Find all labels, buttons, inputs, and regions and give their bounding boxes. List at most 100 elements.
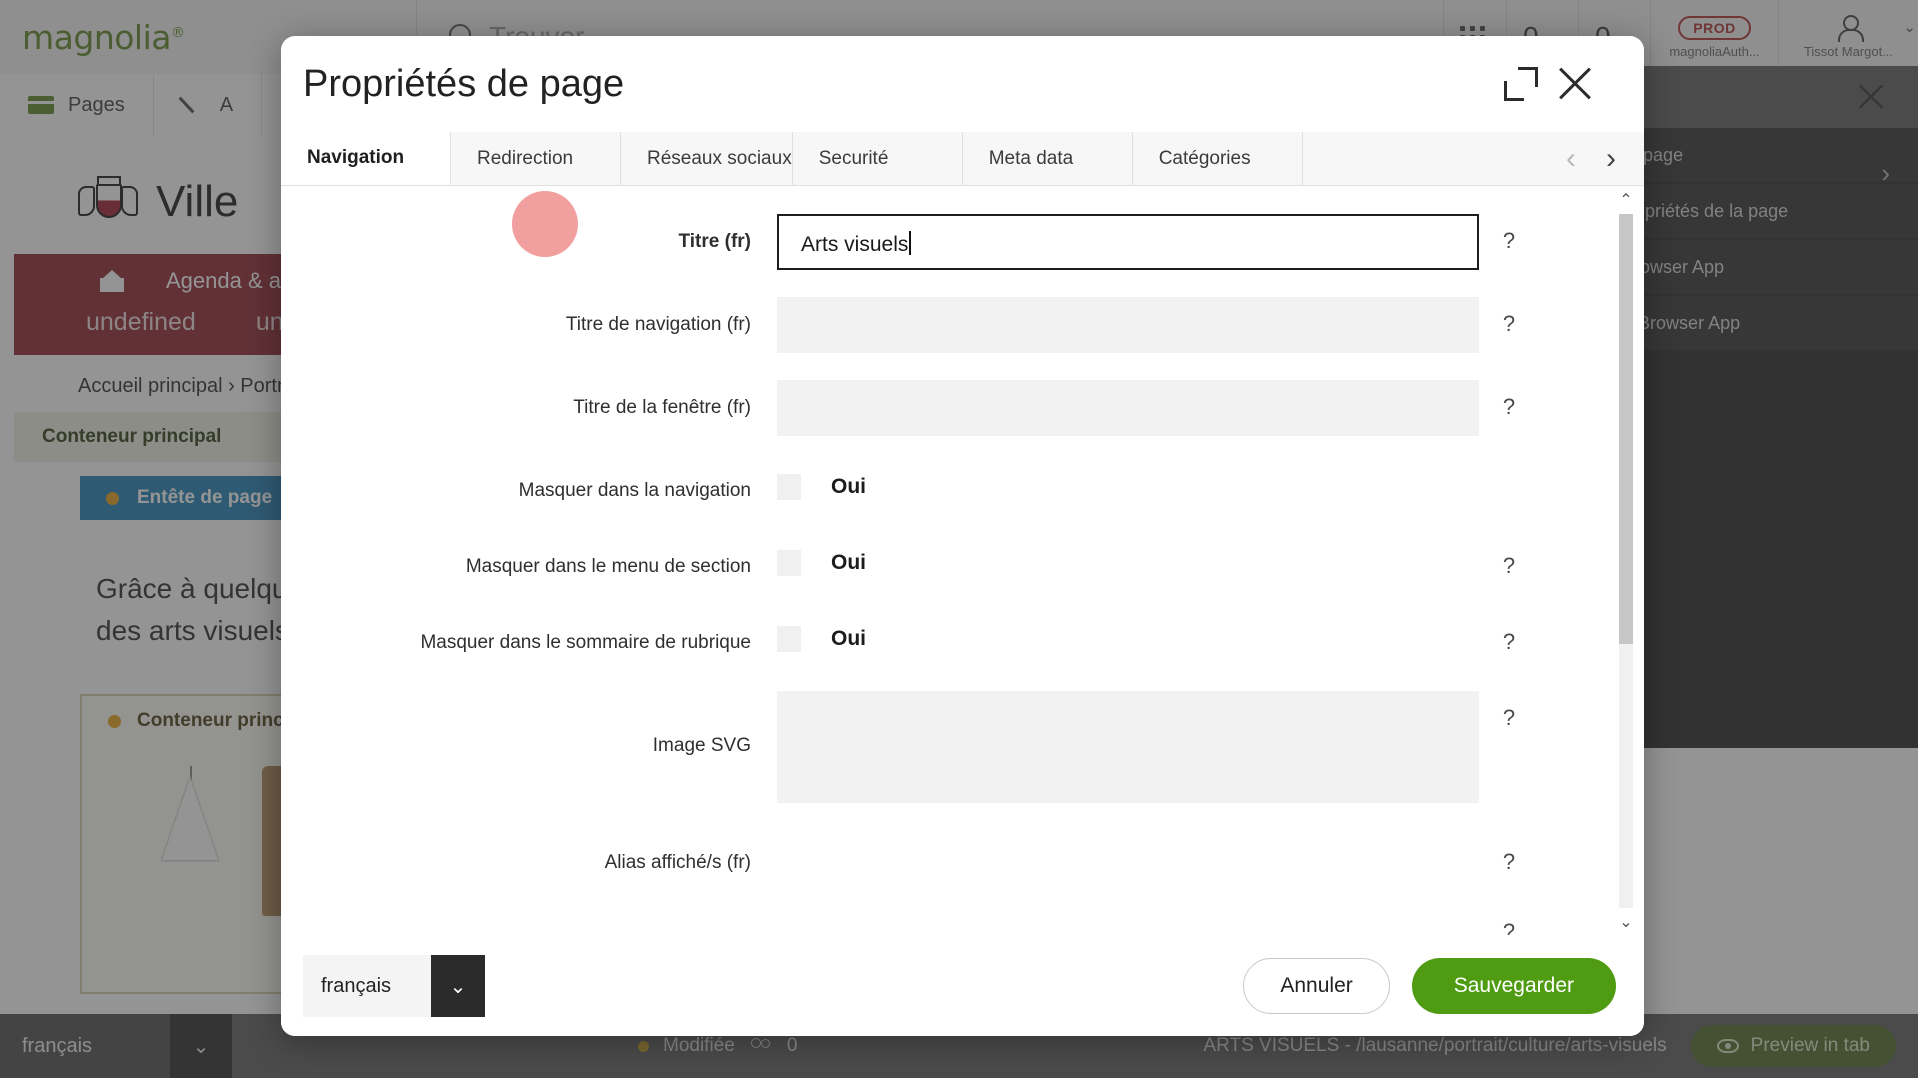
home-icon[interactable] [100, 270, 124, 292]
field-titre-fenetre-fr-help[interactable]: ? [1479, 380, 1539, 420]
form-scrollbar[interactable]: ⌃ ⌄ [1616, 190, 1636, 932]
preview-in-tab-label: Preview in tab [1750, 1035, 1870, 1056]
tab-reseaux-sociaux-label: Réseaux sociaux [647, 147, 792, 169]
status-dot-icon [106, 491, 119, 505]
field-masquer-navigation-help [1479, 463, 1539, 477]
titre-fr-value: Arts visuels [801, 233, 909, 256]
page-status: Modifiée 0 [232, 1035, 1203, 1057]
titre-fenetre-fr-input[interactable] [777, 380, 1479, 436]
close-icon[interactable] [1857, 83, 1886, 112]
env-instance: magnoliaAuth... [1669, 43, 1760, 59]
tab-categories-label: Catégories [1158, 147, 1251, 169]
env-badge: PROD [1678, 15, 1751, 40]
tab-pages[interactable]: Pages [0, 74, 154, 136]
logo-registered-mark: ® [170, 24, 185, 41]
close-dialog-button[interactable] [1548, 57, 1602, 111]
field-image-svg-help[interactable]: ? [1479, 691, 1539, 731]
language-selector-value: français [303, 955, 431, 1017]
form-fields: Titre (fr) Arts visuels ? Titre de navig… [281, 186, 1610, 936]
titre-navigation-fr-value [777, 297, 1479, 312]
alias-caches-fr-value [777, 919, 1479, 934]
status-label: Modifiée [663, 1035, 735, 1056]
masquer-navigation-value: Oui [831, 475, 866, 498]
field-masquer-menu-section: Masquer dans le menu de section Oui ? [281, 539, 1610, 581]
field-alias-affiches-fr: Alias affiché/s (fr) ? [281, 835, 1610, 891]
alias-affiches-fr-value [777, 835, 1479, 850]
scroll-down-icon[interactable]: ⌄ [1619, 912, 1632, 932]
field-masquer-sommaire-rubrique-help[interactable]: ? [1479, 615, 1539, 655]
tab-redirection[interactable]: Redirection [451, 132, 621, 185]
tabs-pager: ‹ › [1536, 132, 1644, 185]
titre-fenetre-fr-value [777, 380, 1479, 395]
field-titre-fr-label: Titre (fr) [678, 231, 751, 252]
image-svg-value [777, 691, 1479, 706]
field-titre-navigation-fr-help[interactable]: ? [1479, 297, 1539, 337]
tab-next-button[interactable]: › [1606, 142, 1616, 176]
field-masquer-navigation-label: Masquer dans la navigation [518, 480, 751, 501]
page-properties-dialog: Propriétés de page Navigation Redirectio… [281, 36, 1644, 1036]
site-nav-undefined-1[interactable]: undefined [86, 308, 196, 337]
tab-prev-button[interactable]: ‹ [1566, 142, 1576, 176]
tab-meta-data-label: Meta data [988, 147, 1074, 169]
site-title: Ville [156, 177, 239, 226]
field-titre-fenetre-fr-label: Titre de la fenêtre (fr) [573, 397, 751, 418]
image-svg-input[interactable] [777, 691, 1479, 803]
alias-caches-fr-input[interactable] [777, 919, 1479, 936]
field-image-svg: Image SVG ? [281, 691, 1610, 803]
field-titre-fr-help[interactable]: ? [1479, 214, 1539, 254]
field-alias-affiches-fr-label: Alias affiché/s (fr) [604, 852, 751, 873]
site-nav-item[interactable]: Agenda & act [166, 268, 298, 294]
alias-affiches-fr-input[interactable] [777, 835, 1479, 891]
chevron-down-icon: ⌄ [1903, 19, 1916, 36]
dialog-tabs: Navigation Redirection Réseaux sociaux S… [281, 132, 1644, 186]
tab-navigation[interactable]: Navigation [281, 132, 451, 185]
screen: magnolia® Trouver... 0 ⌄ 0 ⌄ PROD magnol… [0, 0, 1918, 1078]
tab-categories[interactable]: Catégories [1132, 132, 1303, 185]
field-alias-caches-fr: Alias caché/s (fr) ? [281, 919, 1610, 936]
chevron-down-icon[interactable]: ⌄ [170, 1014, 232, 1078]
tab-reseaux-sociaux[interactable]: Réseaux sociaux [621, 132, 793, 185]
expand-arrow-icon[interactable]: › [1881, 158, 1890, 189]
tab-edit[interactable]: A [154, 74, 263, 136]
chevron-down-icon[interactable]: ⌄ [431, 955, 485, 1017]
field-titre-navigation-fr: Titre de navigation (fr) ? [281, 297, 1610, 353]
user-count: 0 [786, 1035, 798, 1056]
field-alias-affiches-fr-help[interactable]: ? [1479, 835, 1539, 875]
masquer-menu-section-checkbox[interactable] [777, 550, 801, 576]
tab-securite[interactable]: Securité [792, 132, 963, 185]
field-titre-navigation-fr-label: Titre de navigation (fr) [565, 314, 751, 335]
expand-icon [1504, 67, 1538, 101]
scroll-up-icon[interactable]: ⌃ [1619, 190, 1632, 210]
language-value: français [22, 1034, 93, 1057]
titre-navigation-fr-input[interactable] [777, 297, 1479, 353]
dialog-header: Propriétés de page [281, 36, 1644, 132]
scrollbar-track[interactable] [1619, 214, 1633, 908]
tab-pages-label: Pages [68, 93, 125, 116]
preview-in-tab-button[interactable]: Preview in tab [1690, 1025, 1896, 1067]
titre-fr-input[interactable]: Arts visuels [777, 214, 1479, 270]
text-caret [909, 231, 912, 255]
user-menu[interactable]: Tissot Margot... ⌄ [1778, 0, 1918, 74]
tab-edit-label: A [219, 93, 234, 116]
field-titre-fenetre-fr: Titre de la fenêtre (fr) ? [281, 380, 1610, 436]
field-masquer-menu-section-label: Masquer dans le menu de section [465, 556, 751, 577]
dialog-footer: français ⌄ Annuler Sauvegarder [281, 936, 1644, 1036]
scrollbar-thumb[interactable] [1619, 214, 1633, 644]
cancel-button[interactable]: Annuler [1243, 958, 1390, 1014]
field-masquer-menu-section-help[interactable]: ? [1479, 539, 1539, 579]
field-titre-fr: Titre (fr) Arts visuels ? [281, 214, 1610, 270]
language-selector-status[interactable]: français ⌄ [0, 1014, 232, 1078]
pages-icon [28, 96, 54, 114]
tab-meta-data[interactable]: Meta data [962, 132, 1133, 185]
field-alias-caches-fr-help[interactable]: ? [1479, 919, 1539, 936]
language-selector[interactable]: français ⌄ [303, 955, 485, 1017]
masquer-sommaire-rubrique-checkbox[interactable] [777, 626, 801, 652]
maximize-dialog-button[interactable] [1494, 57, 1548, 111]
user-icon [1837, 15, 1864, 42]
environment-indicator[interactable]: PROD magnoliaAuth... [1650, 0, 1778, 74]
field-masquer-sommaire-rubrique: Masquer dans le sommaire de rubrique Oui… [281, 615, 1610, 657]
masquer-navigation-checkbox[interactable] [777, 474, 801, 500]
save-button[interactable]: Sauvegarder [1411, 958, 1616, 1014]
field-alias-caches-fr-label: Alias caché/s (fr) [281, 919, 777, 936]
field-masquer-sommaire-rubrique-label: Masquer dans le sommaire de rubrique [420, 632, 751, 653]
